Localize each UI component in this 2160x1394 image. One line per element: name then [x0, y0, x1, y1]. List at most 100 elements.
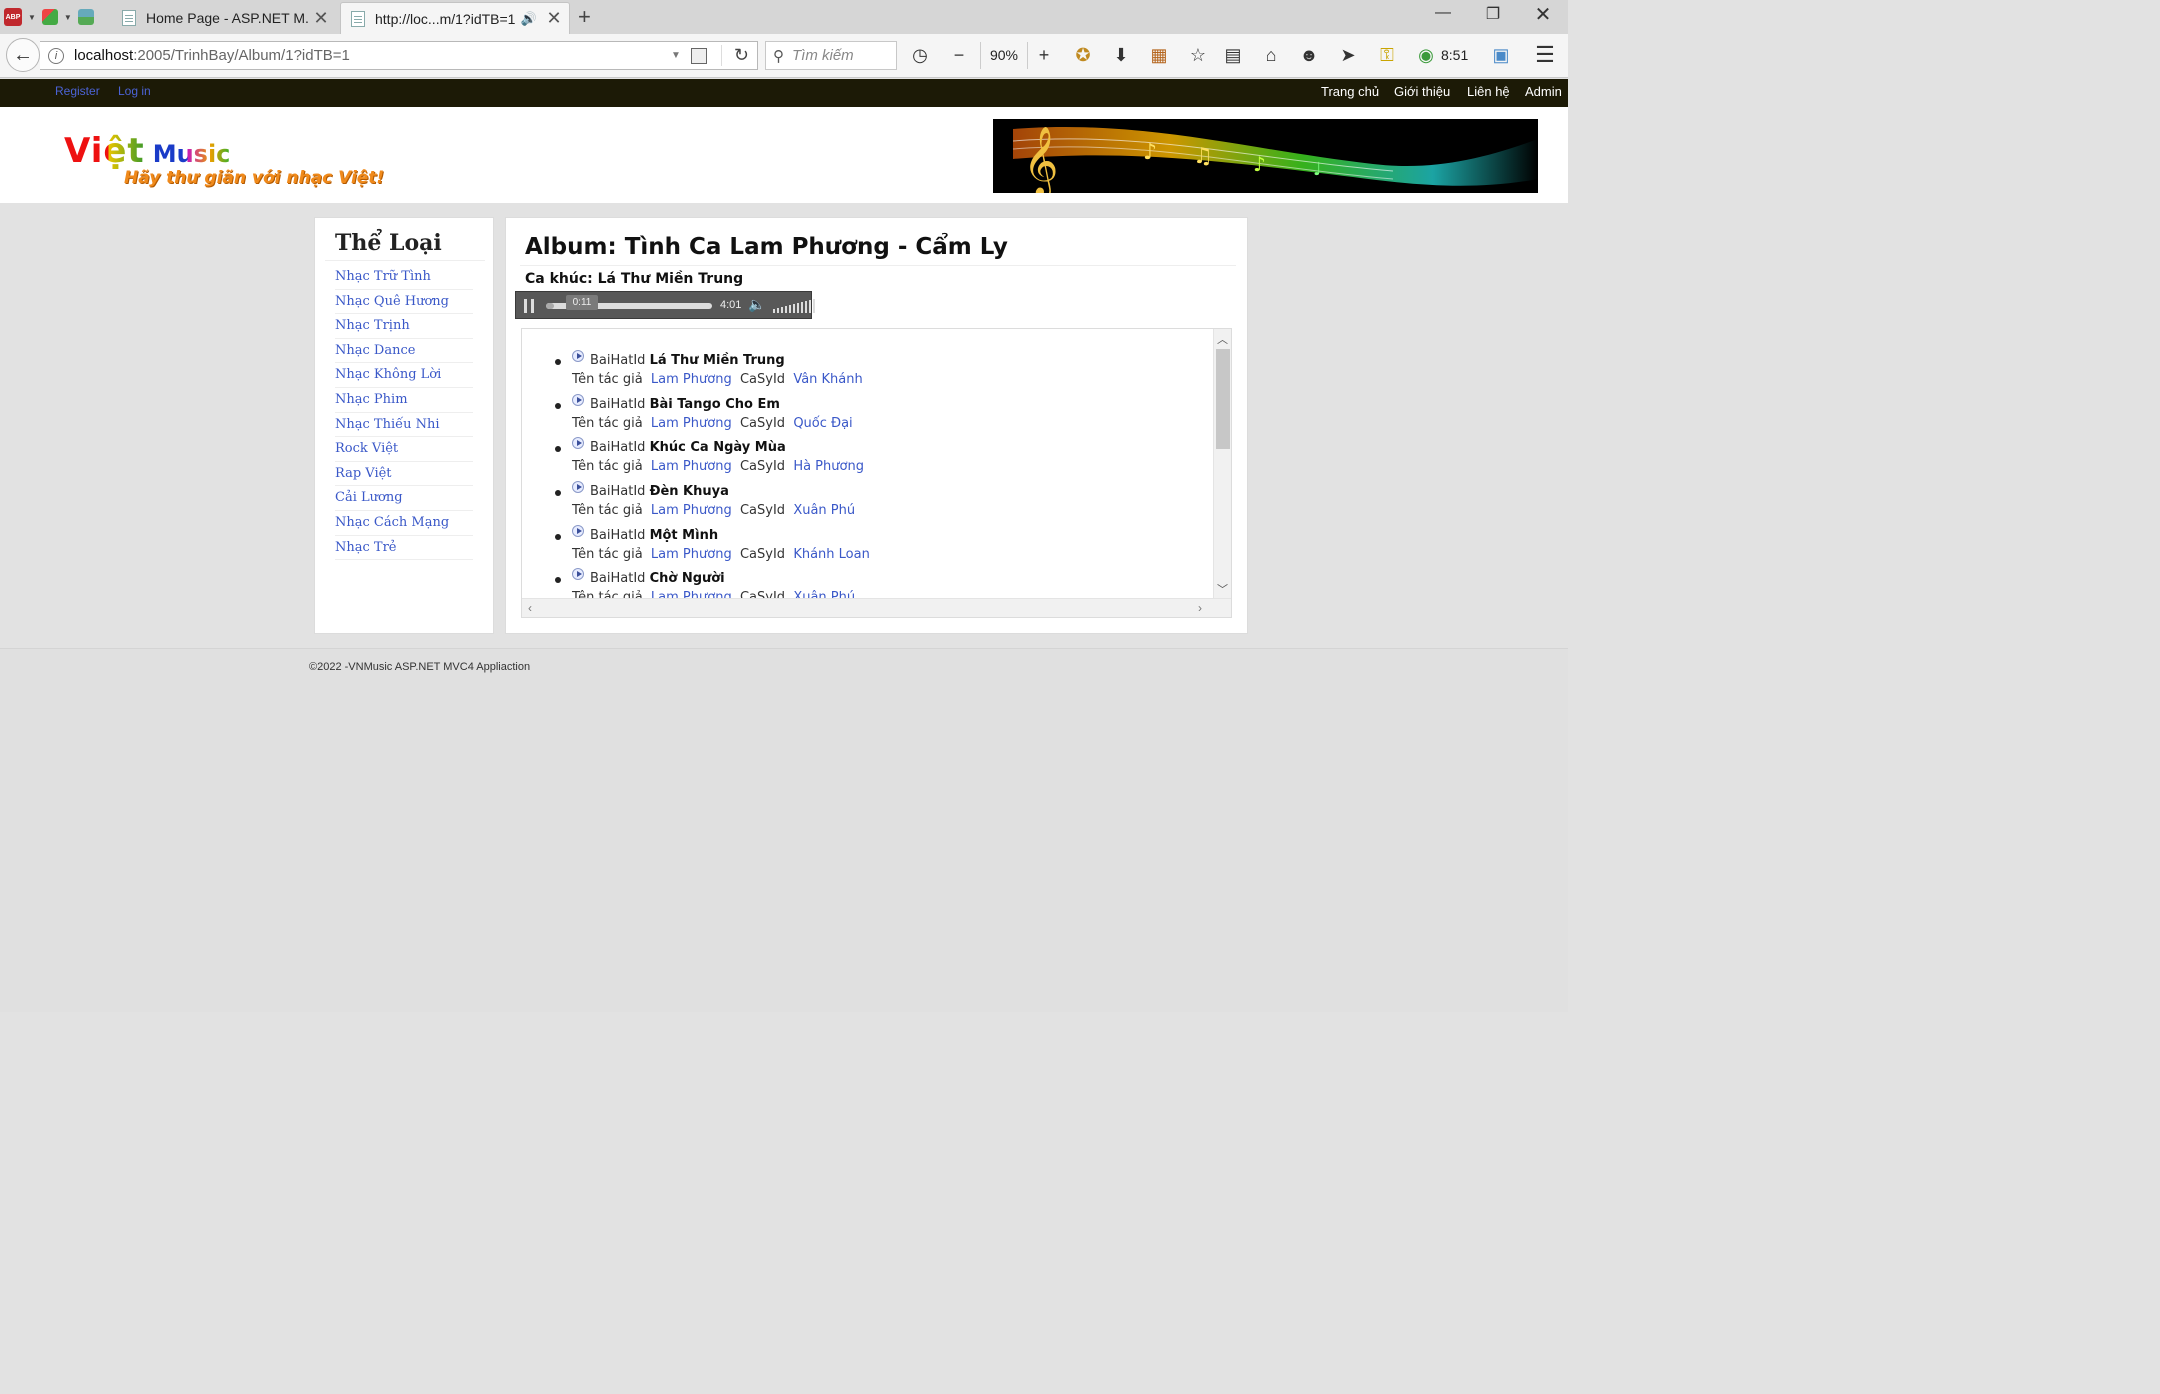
logo-tagline: Hãy thư giãn với nhạc Việt! — [124, 168, 385, 188]
extension-icon[interactable] — [41, 9, 58, 25]
svg-text:♩: ♩ — [1313, 159, 1322, 180]
chevron-down-icon[interactable]: ▼ — [28, 13, 36, 22]
song-id-label: BaiHatId — [590, 484, 646, 500]
chevron-down-icon[interactable]: ▼ — [671, 50, 681, 61]
menu-icon[interactable]: ☰ — [1532, 42, 1558, 68]
site-logo[interactable]: Việt Music — [64, 131, 230, 171]
history-icon[interactable]: ◷ — [907, 45, 933, 66]
play-icon[interactable] — [572, 393, 584, 406]
singer-label: CaSyId — [739, 372, 786, 387]
tab-album[interactable]: http://loc...m/1?idTB=1 🔊 ✕ — [340, 2, 570, 34]
scroll-thumb[interactable] — [1216, 349, 1230, 449]
song-list-frame[interactable]: BaiHatId Lá Thư Miền Trung Tên tác giả L… — [521, 328, 1232, 618]
genre-link[interactable]: Nhạc Không Lời — [335, 363, 473, 388]
adblock-icon[interactable]: ABP — [4, 8, 22, 26]
nav-contact-link[interactable]: Liên hệ — [1467, 84, 1510, 99]
nav-admin-link[interactable]: Admin — [1525, 84, 1562, 99]
bullet — [555, 533, 561, 540]
nav-about-link[interactable]: Giới thiệu — [1394, 84, 1450, 99]
volume-icon[interactable]: 🔈 — [748, 296, 765, 313]
singer-link[interactable]: Quốc Đại — [793, 416, 852, 431]
genre-link[interactable]: Cải Lương — [335, 486, 473, 511]
genre-link[interactable]: Nhạc Trẻ — [335, 536, 473, 561]
site-top-nav: Register Log in Trang chủ Giới thiệu Liê… — [0, 79, 1568, 107]
seek-bar[interactable]: 0:11 — [546, 295, 712, 310]
back-button[interactable]: ← — [6, 38, 40, 72]
author-link[interactable]: Lam Phương — [651, 416, 732, 431]
send-icon[interactable]: ➤ — [1335, 45, 1361, 66]
singer-link[interactable]: Vân Khánh — [793, 372, 862, 387]
genre-link[interactable]: Nhạc Trịnh — [335, 314, 473, 339]
info-icon[interactable]: i — [48, 47, 64, 64]
singer-link[interactable]: Hà Phương — [793, 459, 864, 474]
horizontal-scrollbar[interactable]: ‹ › — [522, 598, 1231, 617]
chat-icon[interactable]: ☻ — [1296, 45, 1322, 66]
zoom-in-button[interactable]: + — [1031, 45, 1057, 66]
key-icon[interactable]: ⚿ — [1374, 45, 1400, 66]
genre-link[interactable]: Nhạc Thiếu Nhi — [335, 413, 473, 438]
genre-link[interactable]: Rap Việt — [335, 462, 473, 487]
reading-list-icon[interactable]: ▤ — [1220, 45, 1246, 66]
close-icon[interactable]: ✕ — [543, 8, 565, 29]
audio-player[interactable]: 0:11 4:01 🔈 — [515, 291, 815, 319]
genre-link[interactable]: Nhạc Dance — [335, 339, 473, 364]
register-link[interactable]: Register — [55, 84, 100, 98]
download-icon[interactable]: ⬇ — [1108, 45, 1134, 66]
chevron-up-icon[interactable]: ︿ — [1217, 331, 1228, 347]
zoom-level[interactable]: 90% — [980, 42, 1028, 69]
singer-link[interactable]: Xuân Phú — [793, 503, 855, 518]
home-icon[interactable]: ⌂ — [1258, 45, 1284, 66]
music-notes-graphic: 𝄞 ♪ ♫ ♪ ♩ — [993, 119, 1538, 193]
genre-link[interactable]: Nhạc Phim — [335, 388, 473, 413]
volume-slider[interactable] — [773, 299, 815, 313]
play-icon[interactable] — [572, 437, 584, 450]
footer-copyright: ©2022 -VNMusic ASP.NET MVC4 Appliaction — [309, 661, 531, 673]
clock-extension-icon[interactable]: ◉ — [1413, 45, 1439, 66]
address-bar[interactable]: i localhost:2005/TrinhBay/Album/1?idTB=1… — [40, 41, 758, 70]
genre-link[interactable]: Nhạc Cách Mạng — [335, 511, 473, 536]
genre-link[interactable]: Rock Việt — [335, 437, 473, 462]
image-extension-icon[interactable]: ▣ — [1488, 45, 1514, 66]
url-text[interactable]: localhost:2005/TrinhBay/Album/1?idTB=1 — [74, 47, 671, 64]
bookmark-star-icon[interactable]: ☆ — [1185, 45, 1211, 66]
restore-button[interactable]: ❐ — [1470, 4, 1516, 24]
login-link[interactable]: Log in — [118, 84, 151, 98]
play-icon[interactable] — [572, 568, 584, 581]
extension-icon[interactable]: ✪ — [1070, 45, 1096, 66]
toolbar-extension-icons: ABP ▼ ▼ — [4, 8, 94, 26]
author-link[interactable]: Lam Phương — [651, 503, 732, 518]
minimize-button[interactable]: — — [1420, 4, 1466, 22]
genre-link[interactable]: Nhạc Trữ Tình — [335, 265, 473, 290]
new-tab-button[interactable]: + — [578, 4, 591, 30]
chevron-down-icon[interactable]: ﹀ — [1217, 581, 1228, 597]
svg-text:♪: ♪ — [1143, 140, 1157, 165]
screenshot-icon[interactable] — [77, 9, 94, 25]
search-placeholder: Tìm kiếm — [792, 47, 854, 64]
film-icon[interactable]: ▦ — [1146, 45, 1172, 66]
author-link[interactable]: Lam Phương — [651, 547, 732, 562]
close-window-button[interactable]: ✕ — [1520, 2, 1566, 27]
album-title: Album: Tình Ca Lam Phương - Cẩm Ly — [525, 234, 1008, 260]
close-icon[interactable]: ✕ — [310, 8, 332, 29]
genre-link[interactable]: Nhạc Quê Hương — [335, 290, 473, 315]
author-label: Tên tác giả — [572, 415, 643, 431]
chevron-right-icon[interactable]: › — [1198, 601, 1202, 615]
vertical-scrollbar[interactable]: ︿ ﹀ — [1213, 329, 1231, 599]
author-link[interactable]: Lam Phương — [651, 372, 732, 387]
play-icon[interactable] — [572, 350, 584, 362]
tab-home-page[interactable]: Home Page - ASP.NET M... ✕ — [110, 2, 336, 34]
reload-icon[interactable]: ↻ — [720, 45, 749, 66]
chevron-left-icon[interactable]: ‹ — [528, 601, 532, 615]
play-icon[interactable] — [572, 481, 584, 494]
author-link[interactable]: Lam Phương — [651, 459, 732, 474]
singer-link[interactable]: Khánh Loan — [793, 547, 870, 562]
chevron-down-icon[interactable]: ▼ — [64, 13, 72, 22]
pause-icon[interactable] — [524, 299, 534, 313]
reader-view-icon[interactable] — [690, 47, 707, 64]
nav-home-link[interactable]: Trang chủ — [1321, 84, 1379, 99]
play-icon[interactable] — [572, 524, 584, 537]
speaker-icon[interactable]: 🔊 — [521, 11, 537, 27]
zoom-out-button[interactable]: − — [946, 45, 972, 66]
search-input[interactable]: ⚲ Tìm kiếm — [765, 41, 897, 70]
seek-progress — [546, 303, 554, 309]
